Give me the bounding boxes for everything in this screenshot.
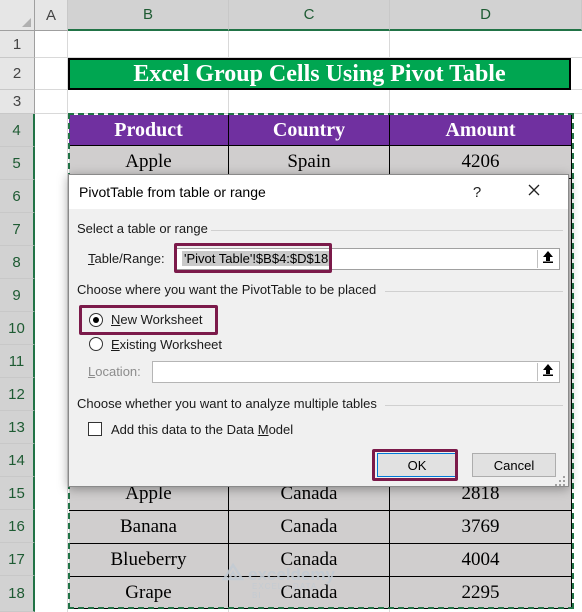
table-range-value: 'Pivot Table'!$B$4:$D$18 [182,251,331,266]
select-range-section-label: Select a table or range [77,221,208,236]
row-header-3[interactable]: 3 [0,90,35,114]
row-header-6[interactable]: 6 [0,180,35,213]
section-divider [385,291,563,292]
table-cell[interactable]: Canada [229,511,390,544]
existing-worksheet-radio[interactable] [89,337,103,351]
watermark: exceldemy EXCEL · DATA · BI [221,562,335,600]
section-divider [211,230,563,231]
resize-grip-icon[interactable] [555,473,565,486]
table-cell[interactable]: 2295 [390,577,572,609]
dialog-title: PivotTable from table or range [79,184,266,200]
location-label: Location: [88,364,141,379]
collapse-dialog-icon [542,363,554,381]
collapse-dialog-button[interactable] [537,250,558,268]
column-header-d[interactable]: D [390,0,582,31]
table-header-amount[interactable]: Amount [390,115,572,146]
help-button[interactable]: ? [465,182,489,202]
row-header-10[interactable]: 10 [0,312,35,345]
table-cell[interactable]: Blueberry [69,544,229,577]
ok-button[interactable]: OK [377,453,457,477]
row-header-14[interactable]: 14 [0,444,35,477]
row-header-11[interactable]: 11 [0,345,35,378]
table-cell[interactable]: Grape [69,577,229,609]
cancel-button[interactable]: Cancel [472,453,556,477]
pivottable-dialog[interactable]: PivotTable from table or range ? Select … [68,174,569,487]
gridline [35,113,582,114]
table-cell[interactable]: Banana [69,511,229,544]
close-button[interactable] [519,180,549,204]
row-header-1[interactable]: 1 [0,31,35,58]
data-model-checkbox[interactable] [88,422,102,436]
table-cell[interactable]: 4004 [390,544,572,577]
multiple-tables-section-label: Choose whether you want to analyze multi… [77,396,377,411]
row-header-5[interactable]: 5 [0,147,35,180]
table-header-country[interactable]: Country [229,115,390,146]
row-header-2[interactable]: 2 [0,58,35,90]
section-divider [385,405,563,406]
close-icon [528,183,540,201]
column-header-a[interactable]: A [35,0,68,31]
row-header-4[interactable]: 4 [0,114,35,147]
placement-section-label: Choose where you want the PivotTable to … [77,282,377,297]
collapse-dialog-icon [542,250,554,268]
existing-worksheet-label[interactable]: Existing Worksheet [111,337,222,352]
column-header-b[interactable]: B [68,0,229,31]
row-header-17[interactable]: 17 [0,543,35,576]
row-header-12[interactable]: 12 [0,378,35,411]
table-header-product[interactable]: Product [69,115,229,146]
row-header-18[interactable]: 18 [0,576,35,612]
table-cell[interactable]: 3769 [390,511,572,544]
row-header-16[interactable]: 16 [0,510,35,543]
new-worksheet-label[interactable]: New Worksheet [111,312,203,327]
column-header-c[interactable]: C [229,0,390,31]
watermark-tagline: EXCEL · DATA · BI [252,582,324,600]
row-header-9[interactable]: 9 [0,279,35,312]
table-range-field[interactable]: 'Pivot Table'!$B$4:$D$18 [175,248,560,270]
exceldemy-logo-icon [221,562,245,586]
new-worksheet-radio[interactable] [89,313,103,327]
location-collapse-button[interactable] [537,363,558,381]
row-header-8[interactable]: 8 [0,246,35,279]
dialog-titlebar[interactable]: PivotTable from table or range ? [69,175,568,209]
table-range-label: Table/Range: [88,251,165,266]
row-header-13[interactable]: 13 [0,411,35,444]
data-model-label[interactable]: Add this data to the Data Model [111,422,293,437]
location-field[interactable] [152,361,560,383]
select-all-corner[interactable] [0,0,35,31]
sheet-title[interactable]: Excel Group Cells Using Pivot Table [68,58,571,90]
row-header-15[interactable]: 15 [0,477,35,510]
row-header-7[interactable]: 7 [0,213,35,246]
